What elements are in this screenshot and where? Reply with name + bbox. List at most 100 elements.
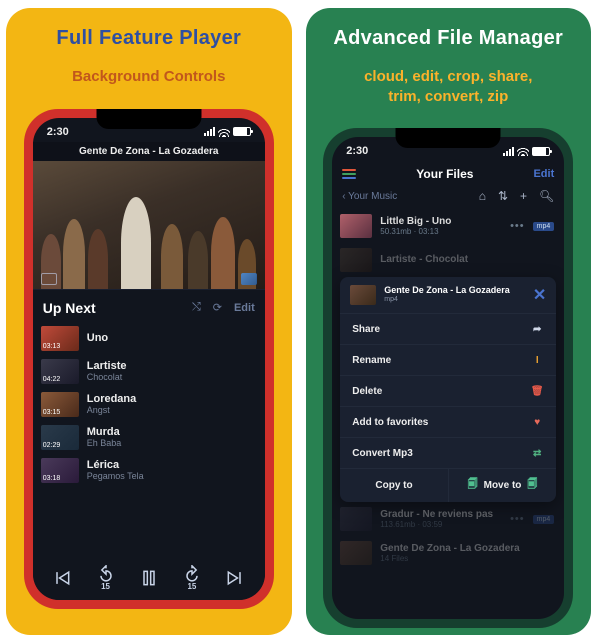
status-indicators bbox=[503, 146, 550, 156]
sheet-action-delete[interactable]: Delete🗑 bbox=[340, 375, 556, 406]
video-player[interactable] bbox=[33, 161, 265, 289]
track-title: Loredana bbox=[87, 393, 137, 406]
track-title: Lartiste bbox=[87, 360, 127, 373]
file-subtitle: 14 Files bbox=[380, 554, 556, 563]
prev-track-button[interactable] bbox=[52, 568, 72, 588]
file-title: Lartiste - Chocolat bbox=[380, 254, 556, 266]
close-icon[interactable]: ✕ bbox=[533, 285, 546, 305]
section-title: Up Next bbox=[43, 300, 96, 316]
sheet-thumbnail bbox=[350, 285, 376, 305]
edit-button[interactable]: Edit bbox=[533, 168, 554, 180]
file-row[interactable]: Lartiste - Chocolat bbox=[332, 243, 564, 277]
panel-title: Advanced File Manager bbox=[333, 26, 563, 51]
wifi-icon bbox=[218, 127, 230, 137]
queue-item[interactable]: 02:29 MurdaEh Baba bbox=[39, 421, 259, 454]
queue-item[interactable]: 03:13 Uno bbox=[39, 322, 259, 355]
wifi-icon bbox=[517, 146, 529, 156]
file-subtitle: 50.31mb · 03:13 bbox=[380, 227, 502, 236]
convert-icon: ⇄ bbox=[530, 446, 544, 460]
sheet-action-favorite[interactable]: Add to favorites♥ bbox=[340, 406, 556, 437]
status-time: 2:30 bbox=[346, 145, 368, 157]
phone-notch bbox=[96, 109, 201, 129]
more-icon[interactable]: ••• bbox=[510, 513, 525, 525]
playback-controls: 15 15 bbox=[33, 556, 265, 600]
file-title: Gente De Zona - La Gozadera bbox=[380, 543, 556, 555]
panel-subtitle: cloud, edit, crop, share, trim, convert,… bbox=[364, 67, 532, 106]
track-title: Lérica bbox=[87, 459, 144, 472]
menu-icon[interactable] bbox=[342, 169, 356, 179]
skip-forward-button[interactable]: 15 bbox=[182, 565, 202, 591]
track-thumbnail: 03:13 bbox=[41, 326, 79, 351]
video-thumbnail bbox=[33, 161, 265, 289]
file-thumbnail bbox=[340, 541, 372, 565]
signal-icon bbox=[204, 127, 215, 136]
queue-list: 03:13 Uno 04:22 LartisteChocolat 03:15 L… bbox=[33, 322, 265, 487]
rename-icon: I bbox=[530, 353, 544, 367]
track-subtitle: Pegamos Tela bbox=[87, 471, 144, 481]
sheet-title: Gente De Zona - La Gozadera bbox=[384, 286, 525, 296]
sheet-header: Gente De Zona - La Gozaderamp4 ✕ bbox=[340, 277, 556, 313]
file-row[interactable]: Gente De Zona - La Gozadera14 Files bbox=[332, 536, 564, 570]
heart-icon: ♥ bbox=[530, 415, 544, 429]
repeat-icon[interactable]: ⟳ bbox=[213, 301, 222, 314]
share-icon: ➦ bbox=[530, 322, 544, 336]
status-indicators bbox=[204, 127, 251, 137]
copy-icon: 🗐 bbox=[527, 477, 537, 494]
format-badge: mp4 bbox=[533, 515, 555, 524]
fullscreen-icon[interactable] bbox=[41, 273, 57, 285]
sheet-action-share[interactable]: Share➦ bbox=[340, 313, 556, 344]
edit-button[interactable]: Edit bbox=[234, 302, 255, 314]
track-title: Murda bbox=[87, 426, 122, 439]
status-time: 2:30 bbox=[47, 126, 69, 138]
phone-notch bbox=[396, 128, 501, 148]
breadcrumb-back[interactable]: ‹ Your Music bbox=[342, 191, 397, 202]
track-subtitle: Eh Baba bbox=[87, 438, 122, 448]
file-thumbnail bbox=[340, 248, 372, 272]
file-row[interactable]: Little Big - Uno50.31mb · 03:13 ••• mp4 bbox=[332, 209, 564, 243]
sheet-action-move[interactable]: 🗐Move to🗐 bbox=[449, 469, 557, 502]
skip-back-button[interactable]: 15 bbox=[96, 565, 116, 591]
sheet-action-copy[interactable]: Copy to bbox=[340, 469, 449, 502]
home-icon[interactable]: ⌂ bbox=[479, 189, 486, 203]
signal-icon bbox=[503, 147, 514, 156]
more-icon[interactable]: ••• bbox=[510, 220, 525, 232]
phone-frame: 2:30 Gente De Zona - La Gozadera Up bbox=[24, 109, 274, 609]
action-sheet: Gente De Zona - La Gozaderamp4 ✕ Share➦ … bbox=[340, 277, 556, 502]
screen-title: Your Files bbox=[416, 167, 473, 181]
sheet-action-convert[interactable]: Convert Mp3⇄ bbox=[340, 437, 556, 468]
track-thumbnail: 02:29 bbox=[41, 425, 79, 450]
now-playing-title: Gente De Zona - La Gozadera bbox=[33, 142, 265, 161]
track-subtitle: Chocolat bbox=[87, 372, 127, 382]
track-thumbnail: 04:22 bbox=[41, 359, 79, 384]
queue-item[interactable]: 03:18 LéricaPegamos Tela bbox=[39, 454, 259, 487]
sheet-action-rename[interactable]: RenameI bbox=[340, 344, 556, 375]
file-title: Little Big - Uno bbox=[380, 216, 502, 228]
search-icon[interactable]: 🔍︎ bbox=[539, 189, 554, 203]
pause-button[interactable] bbox=[139, 568, 159, 588]
shuffle-icon[interactable]: ⤭ bbox=[192, 301, 201, 314]
panel-subtitle: Background Controls bbox=[72, 67, 225, 87]
file-subtitle: 113.61mb · 03:59 bbox=[380, 520, 502, 529]
panel-title: Full Feature Player bbox=[56, 26, 241, 51]
sort-icon[interactable]: ⇅ bbox=[498, 189, 508, 203]
queue-item[interactable]: 03:15 LoredanaAngst bbox=[39, 388, 259, 421]
queue-item[interactable]: 04:22 LartisteChocolat bbox=[39, 355, 259, 388]
trash-icon: 🗑 bbox=[530, 384, 544, 398]
phone-frame: 2:30 Your Files Edit ‹ Your Music ⌂ ⇅ + bbox=[323, 128, 573, 628]
track-subtitle: Angst bbox=[87, 405, 137, 415]
phone-screen-player: 2:30 Gente De Zona - La Gozadera Up bbox=[33, 118, 265, 600]
phone-screen-files: 2:30 Your Files Edit ‹ Your Music ⌂ ⇅ + bbox=[332, 137, 564, 619]
up-next-header: Up Next ⤭ ⟳ Edit bbox=[33, 289, 265, 322]
track-title: Uno bbox=[87, 332, 108, 345]
file-thumbnail bbox=[340, 214, 372, 238]
cast-icon[interactable] bbox=[241, 273, 257, 285]
move-icon: 🗐 bbox=[468, 477, 478, 494]
battery-icon bbox=[532, 147, 550, 156]
battery-icon bbox=[233, 127, 251, 136]
add-icon[interactable]: + bbox=[520, 189, 527, 203]
file-title: Gradur - Ne reviens pas bbox=[380, 509, 502, 521]
promo-panel-filemanager: Advanced File Manager cloud, edit, crop,… bbox=[306, 8, 592, 635]
next-track-button[interactable] bbox=[225, 568, 245, 588]
track-thumbnail: 03:15 bbox=[41, 392, 79, 417]
file-row[interactable]: Gradur - Ne reviens pas113.61mb · 03:59 … bbox=[332, 502, 564, 536]
